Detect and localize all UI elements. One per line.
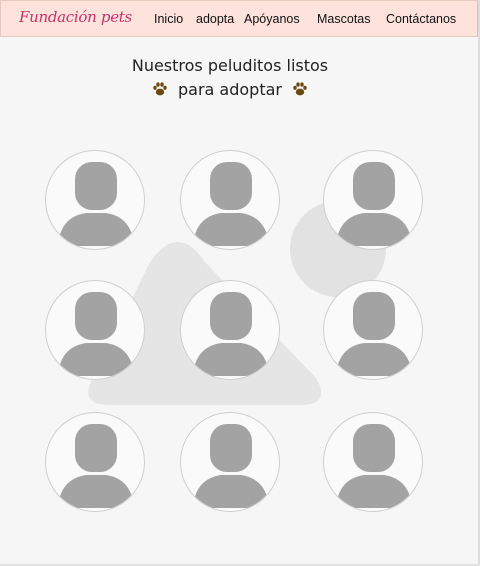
user-placeholder-icon [58,424,134,508]
pet-card-avatar[interactable] [45,280,145,380]
pet-card-avatar[interactable] [45,150,145,250]
heading-line-2-text: para adoptar [178,80,282,99]
paw-icon [152,81,168,100]
user-placeholder-icon [193,292,269,376]
user-placeholder-icon [58,292,134,376]
page-heading: Nuestros peluditos listos para adoptar [0,56,460,100]
paw-icon [292,81,308,100]
user-placeholder-icon [193,162,269,246]
pet-card-avatar[interactable] [180,412,280,512]
pet-card-avatar[interactable] [323,412,423,512]
pet-card-avatar[interactable] [180,150,280,250]
pet-card-avatar[interactable] [180,280,280,380]
user-placeholder-icon [336,292,412,376]
pet-card-avatar[interactable] [323,280,423,380]
user-placeholder-icon [58,162,134,246]
user-placeholder-icon [336,424,412,508]
pet-card-avatar[interactable] [45,412,145,512]
heading-line-2: para adoptar [0,80,460,100]
user-placeholder-icon [193,424,269,508]
heading-line-1: Nuestros peluditos listos [131,56,329,75]
pet-card-avatar[interactable] [323,150,423,250]
user-placeholder-icon [336,162,412,246]
